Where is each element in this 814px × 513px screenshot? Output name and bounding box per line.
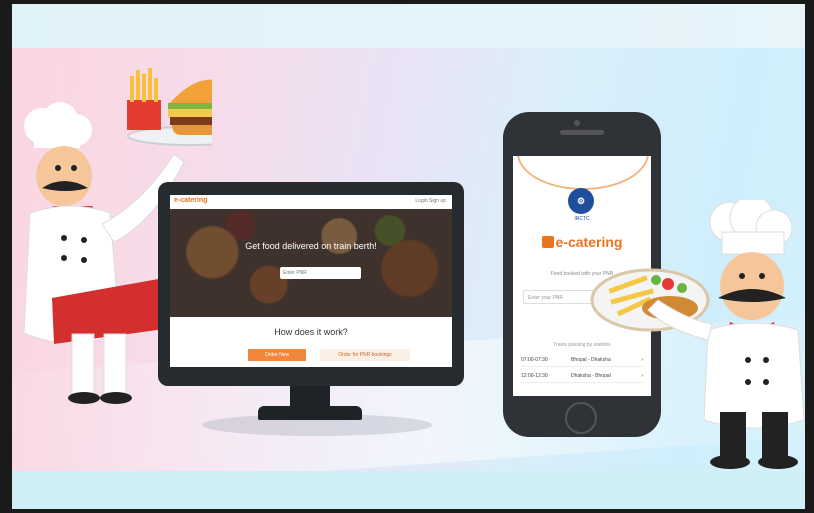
monitor-stand-neck (290, 386, 330, 408)
hero-overlay (170, 209, 452, 317)
site-header: e-catering Login Sign up (170, 195, 452, 210)
site-logo[interactable]: e-catering (174, 197, 207, 204)
top-band (12, 4, 805, 48)
phone-speaker (560, 130, 604, 135)
desktop-website-screen: e-catering Login Sign up Get food delive… (170, 195, 452, 367)
row-time: 12:00-12:30 (521, 373, 548, 379)
phone-camera (574, 120, 580, 126)
hero-title: Get food delivered on train berth! (245, 241, 377, 251)
pnr-search-input[interactable]: Enter PNR (280, 267, 361, 279)
ecatering-logo-icon (541, 236, 554, 248)
pnr-order-button[interactable]: Order for PNR bookings (320, 349, 410, 361)
monitor-stand-base (258, 406, 362, 420)
site-nav[interactable]: Login Sign up (415, 198, 446, 204)
hero-food-image: Get food delivered on train berth! Enter… (170, 209, 452, 317)
chef-right-illustration (590, 200, 805, 469)
header-arc (517, 156, 649, 190)
row-time: 07:00-07:30 (521, 357, 548, 363)
promo-banner: e-catering Login Sign up Get food delive… (12, 4, 805, 509)
order-now-button[interactable]: Order Now (248, 349, 306, 361)
how-it-works-heading: How does it work? (274, 327, 348, 337)
